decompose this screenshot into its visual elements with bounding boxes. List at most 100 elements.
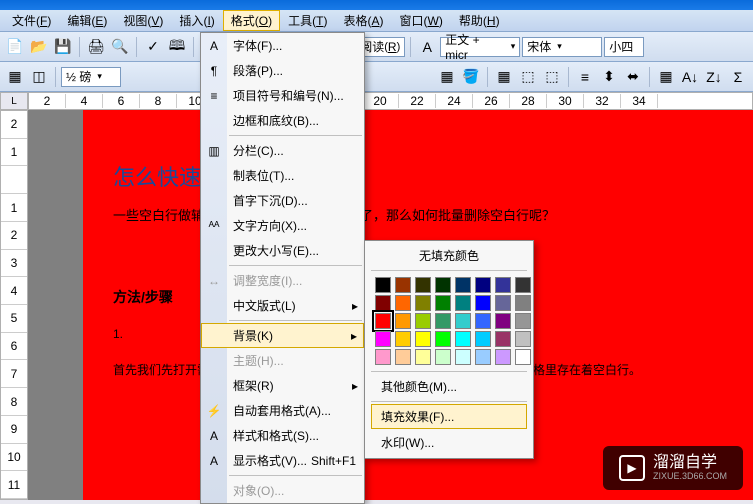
color-swatch[interactable]: [455, 313, 471, 329]
sort-desc-icon[interactable]: Z↓: [703, 66, 725, 88]
align-icon[interactable]: ≡: [574, 66, 596, 88]
color-swatch[interactable]: [475, 349, 491, 365]
color-swatch[interactable]: [435, 331, 451, 347]
color-swatch[interactable]: [395, 331, 411, 347]
format-menu-item[interactable]: 背景(K): [201, 323, 364, 348]
color-swatch[interactable]: [395, 349, 411, 365]
color-swatch[interactable]: [495, 331, 511, 347]
format-menu-item[interactable]: 框架(R): [201, 373, 364, 398]
open-icon[interactable]: 📂: [28, 36, 50, 58]
new-doc-icon[interactable]: 📄: [4, 36, 26, 58]
color-swatch[interactable]: [515, 313, 531, 329]
spelling-icon[interactable]: ✓: [142, 36, 164, 58]
color-swatch[interactable]: [515, 349, 531, 365]
color-swatch[interactable]: [435, 295, 451, 311]
color-swatch[interactable]: [435, 277, 451, 293]
sort-asc-icon[interactable]: A↓: [679, 66, 701, 88]
menu-tools[interactable]: 工具(T): [280, 10, 335, 31]
watermark-url: ZIXUE.3D66.COM: [653, 471, 727, 481]
eraser-icon[interactable]: ◫: [28, 66, 50, 88]
format-menu-item[interactable]: ᴬᴬ文字方向(X)...: [201, 213, 364, 238]
menu-file[interactable]: 文件(F): [4, 10, 59, 31]
menu-table[interactable]: 表格(A): [336, 10, 392, 31]
color-swatch[interactable]: [475, 331, 491, 347]
autofit-icon[interactable]: ▦: [655, 66, 677, 88]
color-swatch[interactable]: [395, 295, 411, 311]
menu-item-label: 背景(K): [233, 327, 273, 344]
color-swatch[interactable]: [515, 331, 531, 347]
insert-table-icon[interactable]: ▦: [493, 66, 515, 88]
format-menu-item[interactable]: A样式和格式(S)...: [201, 423, 364, 448]
color-swatch[interactable]: [435, 313, 451, 329]
research-icon[interactable]: 🕮: [166, 36, 188, 58]
format-menu-item[interactable]: 边框和底纹(B)...: [201, 108, 364, 133]
color-swatch[interactable]: [435, 349, 451, 365]
color-swatch[interactable]: [375, 313, 391, 329]
format-menu-item: 主题(H)...: [201, 348, 364, 373]
watermark-item[interactable]: 水印(W)...: [371, 430, 527, 455]
print-icon[interactable]: 🖨: [85, 36, 107, 58]
color-swatch[interactable]: [415, 295, 431, 311]
menu-edit[interactable]: 编辑(E): [59, 10, 115, 31]
distribute-cols-icon[interactable]: ⬌: [622, 66, 644, 88]
no-fill-color[interactable]: 无填充颜色: [367, 243, 531, 268]
color-swatch[interactable]: [415, 331, 431, 347]
ruler-horizontal[interactable]: 246810121416182022242628303234: [28, 92, 753, 110]
preview-icon[interactable]: 🔍: [109, 36, 131, 58]
fill-effects-item[interactable]: 填充效果(F)...: [371, 404, 527, 429]
more-colors-item[interactable]: 其他颜色(M)...: [371, 374, 527, 399]
menu-help[interactable]: 帮助(H): [451, 10, 508, 31]
draw-table-icon[interactable]: ▦: [4, 66, 26, 88]
format-menu-item[interactable]: ≡项目符号和编号(N)...: [201, 83, 364, 108]
save-icon[interactable]: 💾: [52, 36, 74, 58]
color-swatch[interactable]: [495, 313, 511, 329]
color-swatch[interactable]: [395, 277, 411, 293]
color-swatch[interactable]: [515, 295, 531, 311]
autosum-icon[interactable]: Σ: [727, 66, 749, 88]
color-swatch[interactable]: [515, 277, 531, 293]
watermark-logo: ▶ 溜溜自学 ZIXUE.3D66.COM: [603, 446, 743, 490]
color-swatch[interactable]: [455, 349, 471, 365]
menu-window[interactable]: 窗口(W): [392, 10, 451, 31]
font-combo[interactable]: 宋体▾: [522, 37, 602, 57]
color-swatch[interactable]: [375, 331, 391, 347]
color-swatch[interactable]: [475, 277, 491, 293]
format-menu-item[interactable]: A显示格式(V)...Shift+F1: [201, 448, 364, 473]
color-swatch[interactable]: [395, 313, 411, 329]
color-swatch[interactable]: [375, 277, 391, 293]
format-menu-item[interactable]: ⚡自动套用格式(A)...: [201, 398, 364, 423]
line-weight-combo[interactable]: ½ 磅▾: [61, 67, 121, 87]
color-swatch[interactable]: [455, 295, 471, 311]
color-swatch[interactable]: [415, 349, 431, 365]
color-swatch[interactable]: [475, 313, 491, 329]
ruler-vertical[interactable]: 211234567891011: [0, 110, 28, 500]
fill-icon[interactable]: 🪣: [460, 66, 482, 88]
border-icon[interactable]: ▦: [436, 66, 458, 88]
font-size-combo[interactable]: 小四: [604, 37, 644, 57]
color-swatch[interactable]: [475, 295, 491, 311]
menu-format[interactable]: 格式(O): [223, 10, 280, 31]
split-icon[interactable]: ⬚: [541, 66, 563, 88]
color-swatch[interactable]: [455, 331, 471, 347]
format-menu-item[interactable]: A字体(F)...: [201, 33, 364, 58]
format-menu-item[interactable]: ▥分栏(C)...: [201, 138, 364, 163]
style-icon[interactable]: A: [416, 36, 438, 58]
color-swatch[interactable]: [375, 295, 391, 311]
merge-icon[interactable]: ⬚: [517, 66, 539, 88]
color-swatch[interactable]: [495, 349, 511, 365]
color-swatch[interactable]: [415, 277, 431, 293]
format-menu-item[interactable]: 首字下沉(D)...: [201, 188, 364, 213]
color-swatch[interactable]: [415, 313, 431, 329]
color-swatch[interactable]: [495, 295, 511, 311]
color-swatch[interactable]: [375, 349, 391, 365]
format-menu-item[interactable]: 更改大小写(E)...: [201, 238, 364, 263]
distribute-rows-icon[interactable]: ⬍: [598, 66, 620, 88]
menu-view[interactable]: 视图(V): [115, 10, 171, 31]
format-menu-item[interactable]: 中文版式(L): [201, 293, 364, 318]
style-combo[interactable]: 正文 + micr▾: [440, 37, 520, 57]
color-swatch[interactable]: [455, 277, 471, 293]
format-menu-item[interactable]: 制表位(T)...: [201, 163, 364, 188]
menu-insert[interactable]: 插入(I): [171, 10, 222, 31]
format-menu-item[interactable]: ¶段落(P)...: [201, 58, 364, 83]
color-swatch[interactable]: [495, 277, 511, 293]
